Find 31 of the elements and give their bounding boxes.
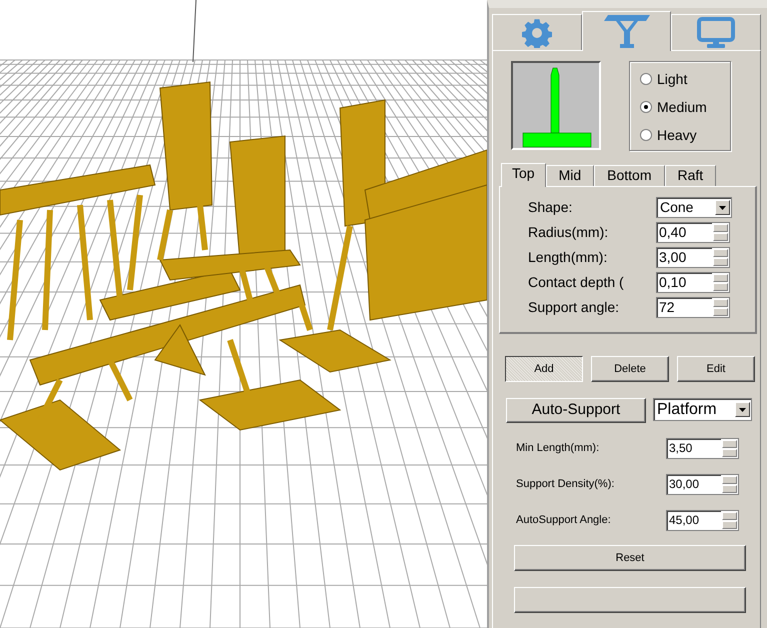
support-tab[interactable]: Mid <box>546 165 594 186</box>
mode-dropdown[interactable]: Platform <box>653 398 752 421</box>
tool-tab[interactable] <box>671 14 762 50</box>
auto-support-button[interactable]: Auto-Support <box>506 398 646 423</box>
action-button[interactable]: Delete <box>591 356 669 382</box>
support-tab[interactable]: Top <box>501 163 546 187</box>
field-label: Support Density(%): <box>516 476 616 492</box>
field-label: Min Length(mm): <box>516 440 600 456</box>
field-label: Radius(mm): <box>528 223 610 242</box>
tool-tab[interactable] <box>582 11 672 51</box>
action-button[interactable]: Edit <box>677 356 755 382</box>
density-radio[interactable]: Light <box>640 70 730 88</box>
support-icon <box>604 14 650 48</box>
button[interactable] <box>514 587 746 613</box>
shape-dropdown[interactable]: Cone <box>656 197 732 218</box>
axis-line <box>192 0 196 62</box>
support-tab[interactable]: Raft <box>664 165 716 186</box>
support-tab[interactable]: Bottom <box>594 165 664 186</box>
field-label: Length(mm): <box>528 248 608 267</box>
field-label: Contact depth ( <box>528 273 625 292</box>
field-label: Support angle: <box>528 298 620 317</box>
reset-button[interactable]: Reset <box>514 545 746 571</box>
action-button[interactable]: Add <box>505 356 583 382</box>
tool-tab[interactable] <box>492 14 582 50</box>
monitor-icon <box>696 16 736 48</box>
density-radio[interactable]: Heavy <box>640 126 730 144</box>
field-label: AutoSupport Angle: <box>516 512 612 528</box>
field-label: Shape: <box>528 198 574 217</box>
density-radio[interactable]: Medium <box>640 98 730 116</box>
3d-viewport[interactable] <box>0 0 487 628</box>
settings-icon <box>522 18 552 48</box>
